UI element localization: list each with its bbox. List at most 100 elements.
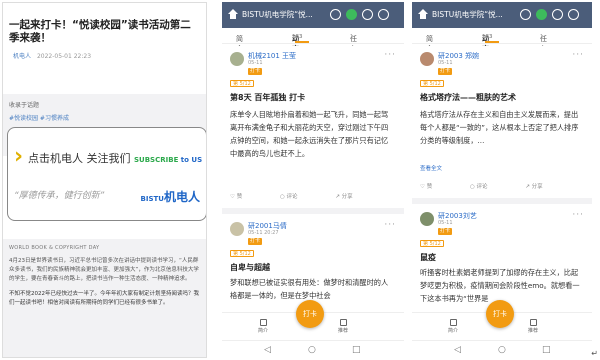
ellipsis-icon[interactable]: ··· [572,210,584,220]
recent-apps-icon[interactable]: □ [352,345,361,355]
to-us-label: to US [178,156,203,164]
follow-text: 点击机电人 关注我们 SUBSCRIBE to US [28,150,202,166]
home-icon[interactable] [418,9,428,19]
recommend-icon [529,319,537,326]
checkin-badge: 打卡 [438,228,453,235]
article-meta: 机电人 2022-05-01 22:23 [3,51,206,60]
ellipsis-icon[interactable]: ··· [384,50,396,60]
post-date: 05-11 [438,220,453,226]
avatar[interactable] [420,212,434,226]
system-nav-bar: ◁ ○ □ [222,340,404,358]
like-button[interactable]: ♡ 赞 [420,184,450,190]
close-icon[interactable] [568,9,579,20]
post-date: 05-11 [438,60,453,66]
search-icon[interactable] [330,9,341,20]
card-divider [222,208,404,214]
home-icon[interactable] [228,9,238,19]
tab-active-indicator [485,41,499,43]
post-body: 床单令人目眩地扑扇着和她一起飞升，同她一起驾离开布满金龟子和大丽花的天空，穿过刚… [230,110,389,158]
wechat-icon[interactable] [346,9,357,20]
bottom-tab-intro[interactable]: 简介 [258,319,268,334]
checkin-badge: 打卡 [248,238,263,245]
post-body: 格式塔疗法从存在主义和自由主义发展而来，提出每个人都是“一致的”，这从根本上否定… [420,110,579,145]
app-title: BISTU机电学院“悦... [242,10,313,19]
subscribe-label: SUBSCRIBE [134,156,179,164]
article-paragraph-2: 不知不觉2022年已经快过去一半了。今年年初大家有制定计划坚持阅读吗？我们一起读… [9,291,199,306]
post-date: 05-11 [248,60,263,66]
more-icon[interactable] [362,9,373,20]
topic-tags[interactable]: #悦读校园 #习惯养成 [9,113,200,122]
close-icon[interactable] [378,9,389,20]
share-button[interactable]: ↗ 分享 [525,184,560,190]
ellipsis-icon[interactable]: ··· [384,220,396,230]
article-date: 2022-05-01 22:23 [36,53,92,60]
card-divider [412,198,592,204]
post-actions: ♡ 赞 ○ 评论 ↗ 分享 [230,192,389,200]
back-icon[interactable]: ◁ [454,345,461,355]
article-body: WORLD BOOK & COPYRIGHT DAY 4月23日是世界读书日，习… [3,239,206,357]
progress-badge: 第 5/12 [230,250,254,257]
tab-bar: 简介 动态183 任务1 [222,28,404,53]
bottom-tab-intro[interactable]: 简介 [448,319,458,334]
tab-active-indicator [295,41,309,43]
system-nav-bar: ◁ ○ □ [412,340,592,358]
read-more-link[interactable]: 查看全文 [420,164,442,172]
like-button[interactable]: ♡ 赞 [230,194,260,200]
app-header: BISTU机电学院“悦... [412,2,592,28]
chevron-right-icon: › [14,144,24,169]
bottom-tab-recommend[interactable]: 推荐 [338,319,348,334]
brand-latin: BISTU [140,195,164,203]
home-button-icon[interactable]: ○ [308,345,316,355]
brand-cn: 机电人 [163,190,200,204]
post-title: 自卑与超越 [230,263,270,272]
progress-badge: 第 5/12 [230,80,254,87]
screenshot-root: 一起来打卡！“悦读校园”读书活动第二季来袭！ 机电人 2022-05-01 22… [0,0,600,360]
tab-bar: 简介 动态183 任务1 [412,28,592,53]
intro-icon [259,319,267,326]
intro-icon [449,319,457,326]
checkin-fab-button[interactable]: 打卡 [296,300,324,328]
post-date: 05-11 20:27 [248,230,279,236]
recent-apps-icon[interactable]: □ [542,345,551,355]
subscribe-banner[interactable]: › 点击机电人 关注我们 SUBSCRIBE to US “厚德传承，健行创新”… [7,127,206,221]
follow-label: 点击机电人 关注我们 [28,152,131,165]
bottom-tab-recommend[interactable]: 推荐 [528,319,538,334]
share-button[interactable]: ↗ 分享 [335,194,370,200]
more-icon[interactable] [552,9,563,20]
checkin-badge: 打卡 [438,68,453,75]
comment-button[interactable]: ○ 评论 [470,184,506,190]
feed-phone-right: BISTU机电学院“悦... 简介 动态183 任务1 研2003 郑婉 05-… [412,2,592,358]
post-title: 格式塔疗法——粗肤的艺术 [420,93,516,102]
home-button-icon[interactable]: ○ [498,345,506,355]
world-book-day-heading: WORLD BOOK & COPYRIGHT DAY [9,245,100,251]
article-account[interactable]: 机电人 [13,53,31,60]
app-header: BISTU机电学院“悦... [222,2,404,28]
ellipsis-icon[interactable]: ··· [572,50,584,60]
feed-phone-middle: BISTU机电学院“悦... 简介 动态183 任务1 机械2101 王莹 05… [222,2,404,358]
wechat-icon[interactable] [536,9,547,20]
progress-badge: 第 5/12 [420,80,444,87]
app-title: BISTU机电学院“悦... [432,10,503,19]
avatar[interactable] [420,52,434,66]
checkin-fab-button[interactable]: 打卡 [486,300,514,328]
recommend-icon [339,319,347,326]
search-icon[interactable] [520,9,531,20]
return-arrow-icon: ↵ [591,349,598,358]
avatar[interactable] [230,52,244,66]
banner-slogan: “厚德传承，健行创新” [14,191,105,201]
article-panel: 一起来打卡！“悦读校园”读书活动第二季来袭！ 机电人 2022-05-01 22… [2,2,207,358]
topic-caption: 收录于话题 [9,102,40,109]
post-actions: ♡ 赞 ○ 评论 ↗ 分享 [420,182,579,190]
avatar[interactable] [230,222,244,236]
post-card[interactable]: 研2003 郑婉 05-11 ··· 打卡 第 5/12 格式塔疗法——粗肤的艺… [412,46,592,196]
post-card[interactable]: 机械2101 王莹 05-11 ··· 打卡 第 5/12 第8天 百年孤独 打… [222,46,404,204]
article-paragraph: 4月23日是世界读书日，习近平总书记曾多次在讲话中提到读书学习，“人民群众多读书… [9,258,199,282]
back-icon[interactable]: ◁ [264,345,271,355]
checkin-badge: 打卡 [248,68,263,75]
post-title: 鼠疫 [420,253,436,262]
progress-badge: 第 5/12 [420,240,444,247]
comment-button[interactable]: ○ 评论 [280,194,316,200]
banner-brand: BISTU机电人 [141,188,200,205]
article-title: 一起来打卡！“悦读校园”读书活动第二季来袭！ [9,19,191,44]
post-title: 第8天 百年孤独 打卡 [230,93,306,102]
